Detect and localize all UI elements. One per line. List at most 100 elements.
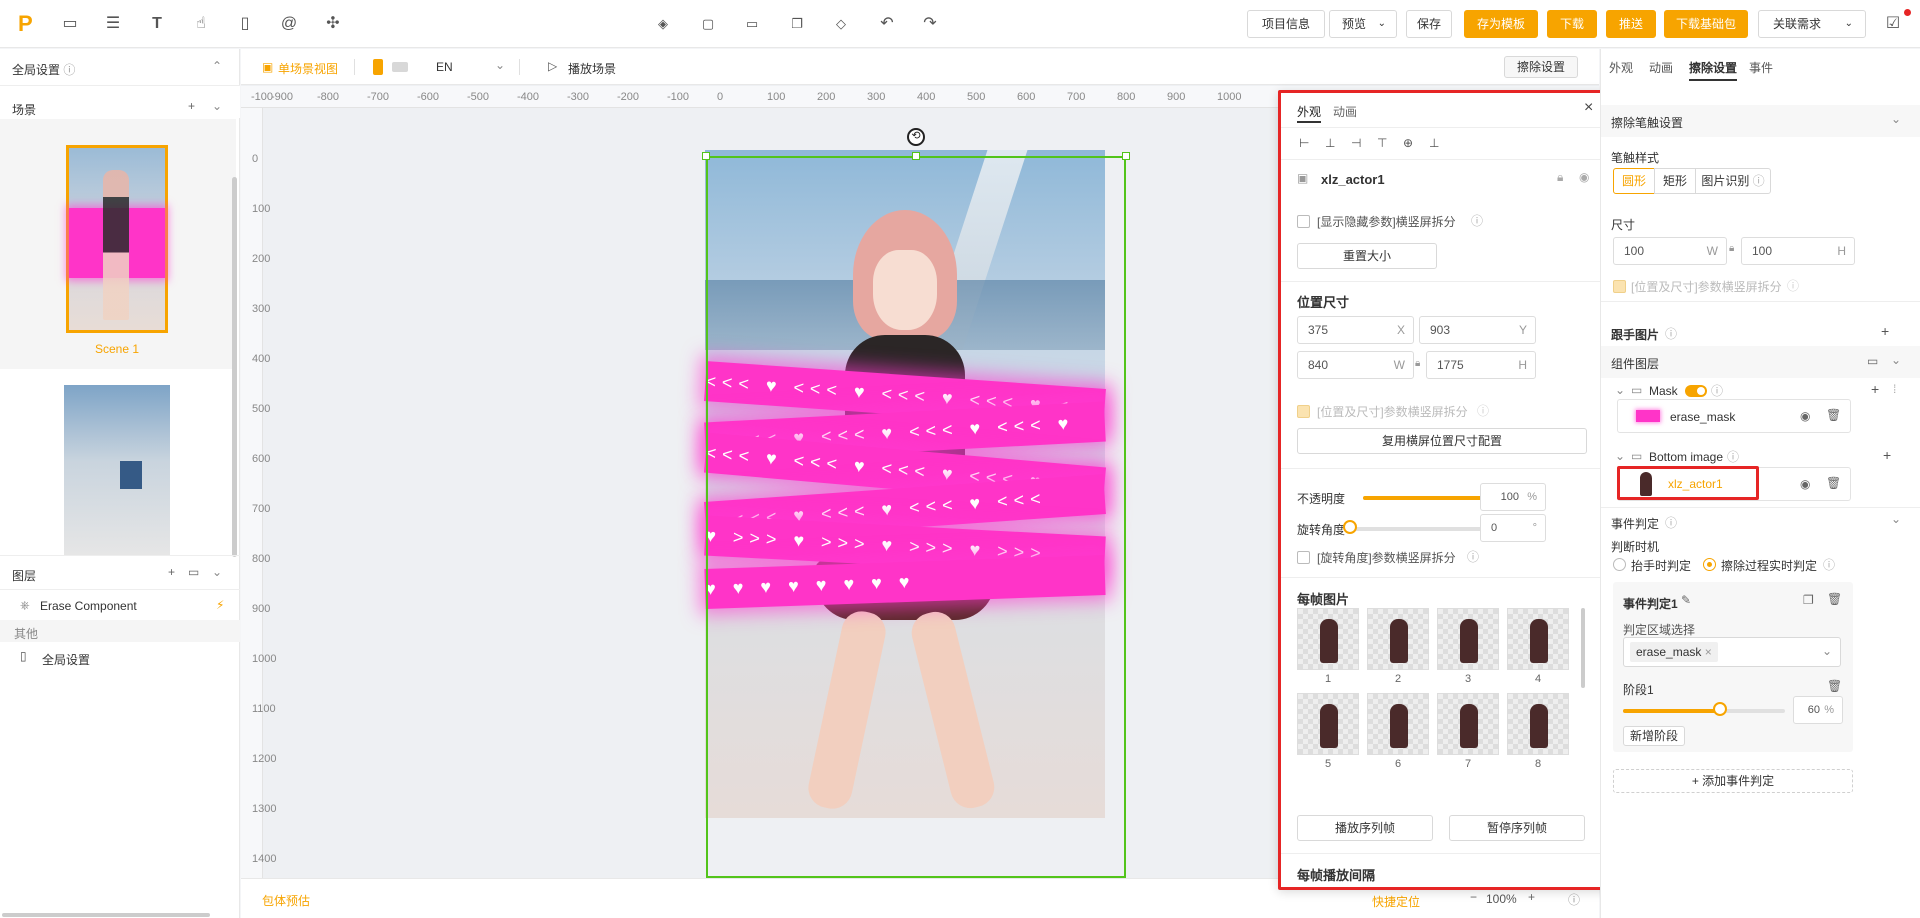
download-button[interactable]: 下载 (1547, 10, 1597, 38)
scene-thumb-1[interactable] (66, 145, 168, 333)
landscape-toggle[interactable] (392, 62, 408, 72)
bundle-estimate-button[interactable]: 包体预估 (262, 892, 310, 909)
add-layer-icon[interactable]: + (168, 565, 175, 579)
add-stage-button[interactable]: 新增阶段 (1623, 726, 1685, 746)
rotation-split-checkbox[interactable] (1297, 551, 1310, 564)
frame-thumb[interactable] (1507, 608, 1569, 670)
drag-handle-icon[interactable]: ⁞ (1893, 382, 1896, 396)
tab-animation[interactable]: 动画 (1333, 103, 1357, 120)
related-requirements-dropdown[interactable]: 关联需求 ⌄ (1758, 10, 1866, 38)
zoom-out-icon[interactable]: − (1470, 890, 1477, 904)
hand-icon[interactable]: ☝ (191, 14, 211, 34)
stage-input[interactable]: 60% (1793, 696, 1843, 724)
play-scene-button[interactable]: 播放场景 (568, 60, 616, 77)
task-clipboard-icon[interactable]: ☑ (1883, 14, 1903, 34)
rotate-handle-icon[interactable]: ⟲ (907, 128, 925, 146)
play-sequence-button[interactable]: 播放序列帧 (1297, 815, 1433, 841)
frame-thumb[interactable] (1507, 693, 1569, 755)
region-select[interactable]: erase_mask × ⌄ (1623, 637, 1841, 667)
x-input[interactable]: 375 X (1297, 316, 1414, 344)
save-template-button[interactable]: 存为模板 (1464, 10, 1538, 38)
help-icon[interactable]: ⓘ (1477, 402, 1489, 419)
copy-icon[interactable]: ❐ (1803, 593, 1814, 607)
folder-icon[interactable]: ▢ (698, 14, 718, 34)
push-button[interactable]: 推送 (1606, 10, 1656, 38)
aspect-lock-icon[interactable]: 🔒︎ (1415, 358, 1420, 369)
chevron-down-icon[interactable]: ⌄ (1615, 449, 1625, 463)
style-circle-button[interactable]: 圆形 (1613, 168, 1655, 194)
align-center-h-icon[interactable]: ⊥ (1325, 136, 1335, 150)
language-select[interactable]: EN (436, 60, 453, 74)
puzzle-icon[interactable]: ✣ (323, 14, 343, 34)
add-mask-icon[interactable]: + (1871, 381, 1879, 397)
phone-icon[interactable]: ▯ (235, 14, 255, 34)
show-hidden-checkbox[interactable] (1297, 215, 1310, 228)
at-icon[interactable]: @ (279, 14, 299, 34)
rotation-slider[interactable] (1349, 527, 1499, 531)
copy-icon[interactable]: ❐ (787, 14, 807, 34)
inbox-icon[interactable]: ▭ (60, 14, 80, 34)
selection-box[interactable] (706, 156, 1126, 878)
help-icon[interactable]: ⓘ (1787, 277, 1799, 294)
help-icon[interactable]: ⓘ (1665, 325, 1677, 342)
mask-toggle[interactable] (1685, 385, 1707, 397)
frames-scrollbar[interactable] (1581, 608, 1585, 688)
brush-h-input[interactable]: 100 H (1741, 237, 1855, 265)
chevron-down-icon[interactable]: ⌄ (212, 565, 222, 579)
tab-animation[interactable]: 动画 (1649, 59, 1673, 76)
region-tag[interactable]: erase_mask × (1630, 642, 1718, 662)
edit-icon[interactable]: ✎ (1681, 593, 1691, 607)
play-icon[interactable]: ▷ (548, 59, 557, 73)
help-icon[interactable]: ⓘ (1665, 514, 1677, 531)
folder-icon[interactable]: ▭ (188, 565, 199, 579)
add-follow-image-icon[interactable]: + (1881, 323, 1889, 339)
align-top-icon[interactable]: ⊤ (1377, 136, 1387, 150)
undo-icon[interactable]: ↶ (877, 14, 897, 34)
diamond-icon[interactable]: ◇ (831, 14, 851, 34)
stage-slider[interactable] (1623, 709, 1785, 713)
resize-handle[interactable] (702, 152, 710, 160)
chevron-down-icon[interactable]: ⌄ (1615, 383, 1625, 397)
delete-icon[interactable]: 🗑︎ (1826, 408, 1841, 422)
resize-handle[interactable] (912, 152, 920, 160)
align-bottom-icon[interactable]: ⊥ (1429, 136, 1439, 150)
collapse-icon[interactable]: ⌃ (212, 59, 222, 73)
horizontal-scrollbar[interactable] (2, 913, 210, 917)
w-input[interactable]: 840 W (1297, 351, 1414, 379)
y-input[interactable]: 903 Y (1419, 316, 1536, 344)
scene-scrollbar[interactable] (232, 177, 237, 557)
mask-layer-item[interactable]: erase_mask ◉ 🗑︎ (1617, 399, 1851, 433)
save-button[interactable]: 保存 (1406, 10, 1452, 38)
chevron-down-icon[interactable]: ⌄ (1891, 353, 1901, 367)
h-input[interactable]: 1775 H (1426, 351, 1536, 379)
close-icon[interactable]: × (1705, 645, 1712, 659)
scene-thumb-2[interactable] (64, 385, 170, 555)
delete-icon[interactable]: 🗑︎ (1827, 679, 1842, 693)
eye-icon[interactable]: ◉ (1800, 409, 1810, 423)
brush-w-input[interactable]: 100 W (1613, 237, 1727, 265)
help-icon[interactable]: ⓘ (1727, 448, 1739, 465)
close-icon[interactable]: × (1584, 99, 1593, 117)
chevron-down-icon[interactable]: ⌄ (1891, 112, 1901, 126)
help-icon[interactable]: ⓘ (1568, 891, 1580, 908)
pause-sequence-button[interactable]: 暂停序列帧 (1449, 815, 1585, 841)
actor-highlight[interactable]: xlz_actor1 (1617, 466, 1759, 500)
opacity-input[interactable]: 100% (1480, 483, 1546, 511)
rotation-slider-knob[interactable] (1343, 520, 1357, 534)
pos-split-checkbox[interactable] (1297, 405, 1310, 418)
app-logo[interactable]: P (18, 11, 33, 37)
open-folder-icon[interactable]: ▭ (742, 14, 762, 34)
add-event-button[interactable]: + 添加事件判定 (1613, 769, 1853, 793)
folder-icon[interactable]: ▭ (1867, 354, 1878, 368)
on-lift-radio[interactable] (1613, 558, 1626, 571)
text-icon[interactable]: T (147, 14, 167, 34)
aspect-lock-icon[interactable]: 🔒︎ (1729, 243, 1734, 254)
quick-locate-button[interactable]: 快捷定位 (1372, 893, 1420, 910)
realtime-radio[interactable] (1703, 558, 1716, 571)
align-left-icon[interactable]: ⊢ (1299, 136, 1309, 150)
reuse-landscape-button[interactable]: 复用横屏位置尺寸配置 (1297, 428, 1587, 454)
tab-erase-settings[interactable]: 擦除设置 (1689, 59, 1737, 76)
help-icon[interactable]: ⓘ (1823, 556, 1835, 573)
style-image-button[interactable]: 图片识别 ⓘ (1695, 168, 1771, 194)
tab-appearance[interactable]: 外观 (1297, 103, 1321, 120)
